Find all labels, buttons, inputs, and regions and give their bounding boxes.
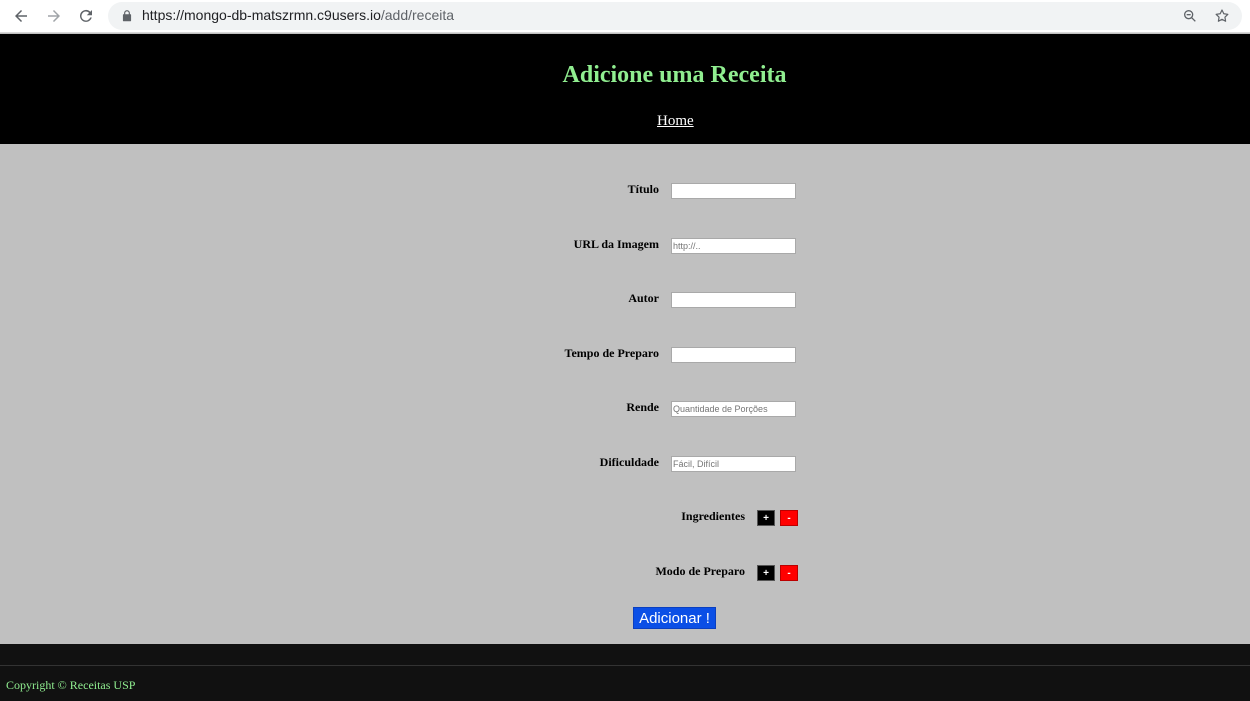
- copyright-text: Copyright © Receitas USP: [6, 678, 136, 692]
- remove-modo-preparo-button[interactable]: -: [780, 565, 798, 581]
- back-icon: [15, 10, 27, 22]
- star-icon: [1215, 9, 1229, 22]
- adicionar-button[interactable]: Adicionar !: [633, 607, 716, 629]
- tempo-preparo-label: Tempo de Preparo: [564, 346, 659, 360]
- recipe-form: Título URL da Imagem Autor Tempo de Prep…: [0, 144, 1250, 644]
- rende-input[interactable]: [671, 401, 796, 417]
- back-button[interactable]: [9, 4, 33, 28]
- url-imagem-input[interactable]: [671, 238, 796, 254]
- dificuldade-label: Dificuldade: [599, 455, 659, 469]
- forward-button[interactable]: [42, 4, 66, 28]
- autor-input[interactable]: [671, 292, 796, 308]
- titulo-input[interactable]: [671, 183, 796, 199]
- site-footer: Copyright © Receitas USP: [0, 644, 1250, 701]
- address-bar[interactable]: https://mongo-db-matszrmn.c9users.io/add…: [108, 2, 1242, 30]
- url-host: https://mongo-db-matszrmn.c9users.io: [142, 7, 381, 23]
- rende-label: Rende: [626, 400, 659, 414]
- bookmark-button[interactable]: [1212, 6, 1232, 26]
- ingredientes-label: Ingredientes: [681, 509, 745, 523]
- titulo-label: Título: [627, 182, 659, 196]
- forward-icon: [48, 10, 60, 22]
- page-title: Adicione uma Receita: [562, 62, 787, 88]
- autor-label: Autor: [628, 291, 659, 305]
- browser-toolbar: https://mongo-db-matszrmn.c9users.io/add…: [0, 0, 1250, 33]
- reload-icon: [79, 9, 92, 22]
- zoom-icon: [1184, 10, 1196, 22]
- home-link[interactable]: Home: [657, 113, 694, 130]
- add-modo-preparo-button[interactable]: +: [757, 565, 775, 581]
- tempo-preparo-input[interactable]: [671, 347, 796, 363]
- site-header: Adicione uma Receita Home: [0, 34, 1250, 144]
- modo-preparo-label: Modo de Preparo: [655, 564, 745, 578]
- remove-ingrediente-button[interactable]: -: [780, 510, 798, 526]
- url-text: https://mongo-db-matszrmn.c9users.io/add…: [142, 7, 454, 23]
- lock-icon: [122, 10, 132, 22]
- url-imagem-label: URL da Imagem: [573, 237, 659, 251]
- add-ingrediente-button[interactable]: +: [757, 510, 775, 526]
- footer-divider: [0, 665, 1250, 666]
- zoom-button[interactable]: [1180, 6, 1200, 26]
- reload-button[interactable]: [74, 4, 98, 28]
- url-path: /add/receita: [380, 7, 455, 23]
- dificuldade-input[interactable]: [671, 456, 796, 472]
